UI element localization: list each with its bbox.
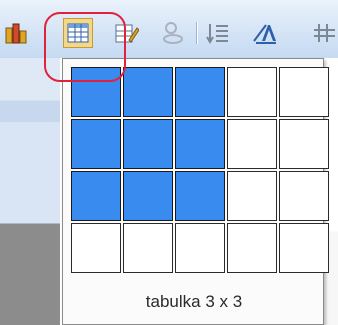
table-grid-cell-3-3[interactable] xyxy=(175,171,225,221)
toolbar xyxy=(0,0,338,58)
hyperlink-button[interactable] xyxy=(158,18,188,48)
toolbar-separator xyxy=(196,22,197,44)
table-grid-cell-4-2[interactable] xyxy=(123,223,173,273)
table-grid-cell-2-1[interactable] xyxy=(71,119,121,169)
table-size-grid[interactable] xyxy=(71,67,329,273)
table-grid-cell-2-4[interactable] xyxy=(227,119,277,169)
insert-table-icon xyxy=(67,23,89,43)
draw-table-icon xyxy=(115,24,139,43)
table-grid-cell-1-1[interactable] xyxy=(71,67,121,117)
table-grid-cell-1-2[interactable] xyxy=(123,67,173,117)
text-direction-button[interactable] xyxy=(250,18,280,48)
hyperlink-icon xyxy=(163,22,183,44)
insert-table-button[interactable] xyxy=(63,18,93,48)
table-picker-dropdown: tabulka 3 x 3 xyxy=(62,58,329,325)
table-grid-cell-3-5[interactable] xyxy=(279,171,329,221)
table-grid-cell-1-4[interactable] xyxy=(227,67,277,117)
table-grid-cell-4-3[interactable] xyxy=(175,223,225,273)
table-grid-cell-2-3[interactable] xyxy=(175,119,225,169)
chart-icon xyxy=(5,23,27,44)
table-grid-cell-2-2[interactable] xyxy=(123,119,173,169)
table-grid-cell-3-2[interactable] xyxy=(123,171,173,221)
draw-table-button[interactable] xyxy=(112,18,142,48)
sort-button[interactable] xyxy=(203,18,233,48)
table-grid-cell-4-1[interactable] xyxy=(71,223,121,273)
table-grid-cell-3-1[interactable] xyxy=(71,171,121,221)
borders-icon xyxy=(314,24,335,42)
table-grid-cell-1-5[interactable] xyxy=(279,67,329,117)
borders-button[interactable] xyxy=(310,18,338,48)
table-grid-cell-2-5[interactable] xyxy=(279,119,329,169)
table-grid-cell-3-4[interactable] xyxy=(227,171,277,221)
table-size-caption: tabulka 3 x 3 xyxy=(145,292,243,311)
text-direction-icon xyxy=(253,24,276,44)
chart-button[interactable] xyxy=(2,18,32,48)
table-grid-cell-1-3[interactable] xyxy=(175,67,225,117)
sort-icon xyxy=(206,24,228,44)
table-grid-cell-4-5[interactable] xyxy=(279,223,329,273)
document-area xyxy=(0,58,60,325)
table-grid-cell-4-4[interactable] xyxy=(227,223,277,273)
